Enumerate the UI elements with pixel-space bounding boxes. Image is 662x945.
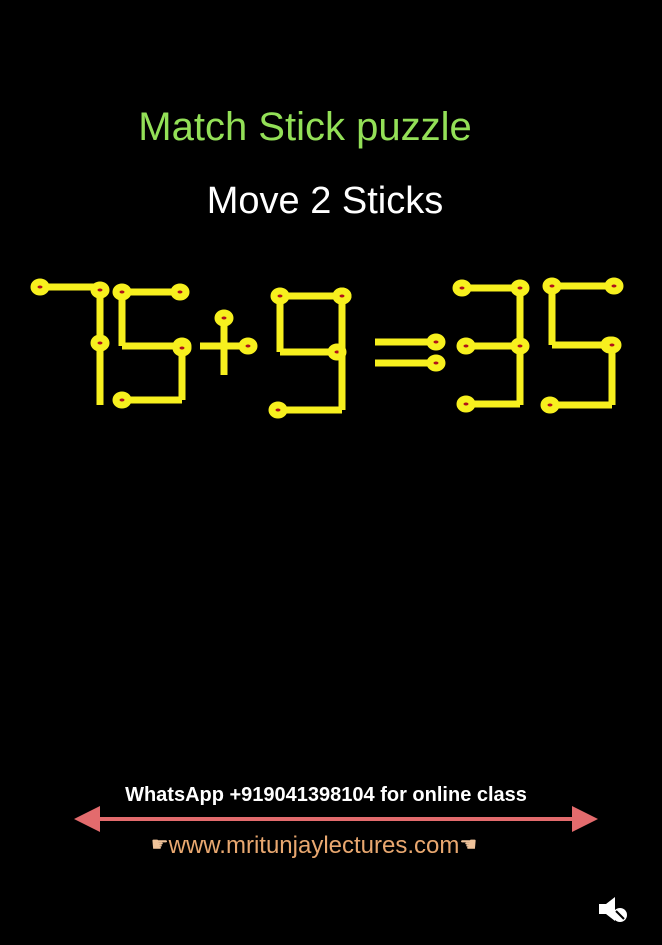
website-link[interactable]: ☛www.mritunjaylectures.com☚ <box>0 832 628 860</box>
matchstick-9-2 <box>280 343 347 361</box>
matchstick-7-0 <box>30 278 100 296</box>
matchstick-=-1 <box>375 354 446 372</box>
matchstick-5-1 <box>542 277 562 345</box>
pointing-left-icon: ☚ <box>459 834 478 856</box>
puzzle-instruction: Move 2 Sticks <box>206 180 444 222</box>
matchstick-5-3 <box>602 336 622 405</box>
matchstick-=-0 <box>375 333 446 351</box>
matchstick-9-1 <box>270 287 290 352</box>
matchstick-3-1 <box>510 279 530 346</box>
whatsapp-contact-text: WhatsApp +919041398104 for online class <box>125 784 527 806</box>
matchstick-9-4 <box>268 401 342 419</box>
matchstick-5-1 <box>112 283 132 346</box>
matchstick-5-4 <box>540 396 612 414</box>
pointing-right-icon: ☛ <box>150 834 169 856</box>
matchstick-3-4 <box>456 395 520 413</box>
double-arrow-icon <box>74 806 598 832</box>
matchstick-3-3 <box>510 337 530 405</box>
matchstick-5-0 <box>552 277 624 295</box>
matchstick-+-1 <box>200 337 258 355</box>
matchstick-3-0 <box>452 279 520 297</box>
match-head <box>90 334 110 352</box>
puzzle-title: Match Stick puzzle <box>138 105 472 149</box>
matchstick-5-4 <box>112 391 182 409</box>
speaker-muted-icon[interactable] <box>596 894 630 924</box>
matchstick-equation <box>30 277 624 419</box>
matchstick-5-3 <box>172 339 192 400</box>
website-url[interactable]: www.mritunjaylectures.com <box>169 832 460 859</box>
matchstick-5-0 <box>122 283 190 301</box>
